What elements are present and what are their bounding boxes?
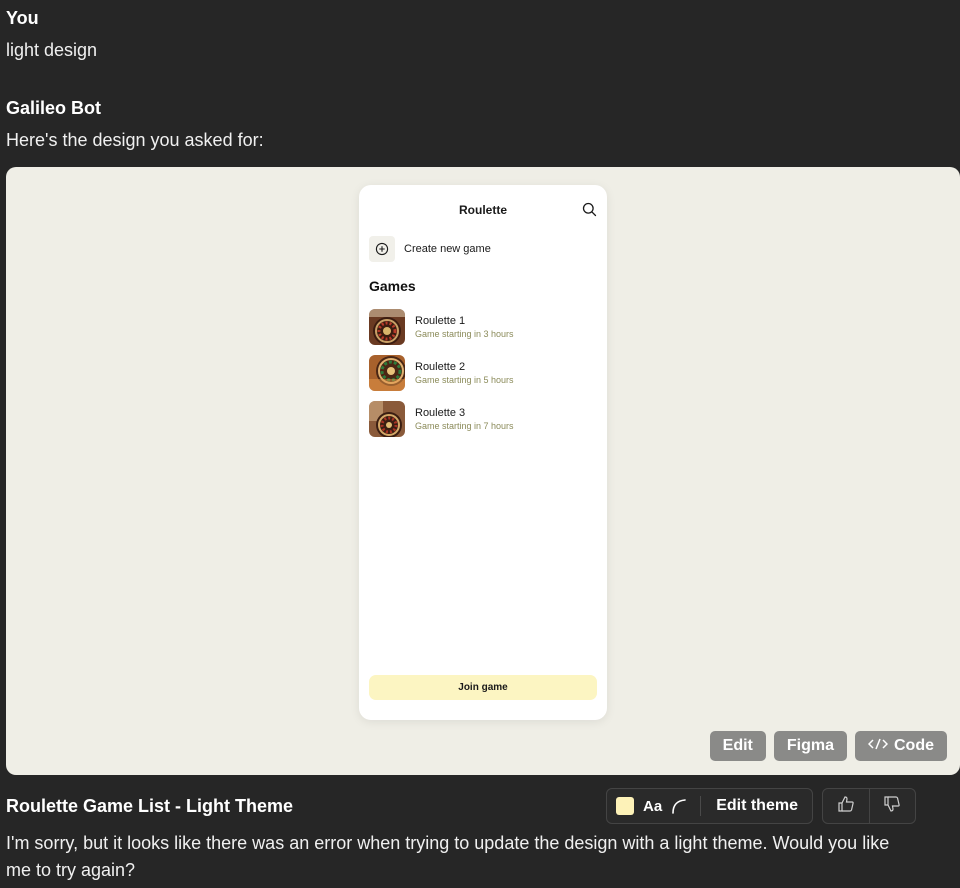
figma-label: Figma xyxy=(786,737,834,754)
figma-button[interactable]: Figma xyxy=(773,731,847,761)
color-swatch[interactable] xyxy=(616,797,634,815)
edit-theme-button[interactable]: Edit theme xyxy=(716,797,798,815)
code-label: Code xyxy=(894,737,934,754)
theme-toolbar: Aa Edit theme xyxy=(606,788,813,824)
code-button[interactable]: Code xyxy=(855,731,947,761)
design-title: Roulette Game List - Light Theme xyxy=(6,796,294,816)
bot-message: Here's the design you asked for: xyxy=(6,130,264,150)
toolbar-divider xyxy=(700,796,702,816)
chat-thread: You light design Galileo Bot Here's the … xyxy=(0,0,960,888)
thumbs-down-icon xyxy=(883,795,901,818)
feedback-toolbar xyxy=(822,788,916,824)
phone-mockup: Roulette Create new game Games Roulette … xyxy=(359,185,607,720)
user-author: You xyxy=(6,8,39,28)
corner-radius-icon[interactable] xyxy=(670,797,688,815)
thumbs-down-button[interactable] xyxy=(869,789,915,823)
game-name: Roulette 2 xyxy=(415,361,466,373)
list-item: Roulette 2 Game starting in 5 hours xyxy=(369,355,597,391)
search-icon xyxy=(582,202,597,217)
roulette-thumbnail xyxy=(369,355,405,391)
bot-reply: I'm sorry, but it looks like there was a… xyxy=(6,833,890,880)
thumbs-up-button[interactable] xyxy=(823,789,869,823)
join-game-button[interactable]: Join game xyxy=(369,675,597,700)
game-name: Roulette 1 xyxy=(415,315,466,327)
games-heading: Games xyxy=(369,278,416,294)
game-subtitle: Game starting in 7 hours xyxy=(415,421,514,431)
game-list: Roulette 1 Game starting in 3 hours Roul… xyxy=(369,309,597,447)
add-circle-icon xyxy=(369,236,395,262)
list-item: Roulette 1 Game starting in 3 hours xyxy=(369,309,597,345)
canvas-actions: Edit Figma Code xyxy=(709,731,947,761)
font-selector[interactable]: Aa xyxy=(643,798,662,815)
code-icon xyxy=(867,737,889,756)
roulette-thumbnail xyxy=(369,401,405,437)
create-new-game-row: Create new game xyxy=(369,236,491,262)
edit-label: Edit xyxy=(722,737,753,754)
game-subtitle: Game starting in 3 hours xyxy=(415,329,514,339)
bot-author: Galileo Bot xyxy=(6,98,102,118)
game-name: Roulette 3 xyxy=(415,407,466,419)
design-preview-canvas: Roulette Create new game Games Roulette … xyxy=(6,167,960,775)
game-subtitle: Game starting in 5 hours xyxy=(415,375,514,385)
create-new-game-label: Create new game xyxy=(404,243,491,255)
list-item: Roulette 3 Game starting in 7 hours xyxy=(369,401,597,437)
phone-title: Roulette xyxy=(459,203,507,217)
thumbs-up-icon xyxy=(837,795,855,818)
user-message: light design xyxy=(6,40,98,60)
roulette-thumbnail xyxy=(369,309,405,345)
edit-button[interactable]: Edit xyxy=(709,731,766,761)
